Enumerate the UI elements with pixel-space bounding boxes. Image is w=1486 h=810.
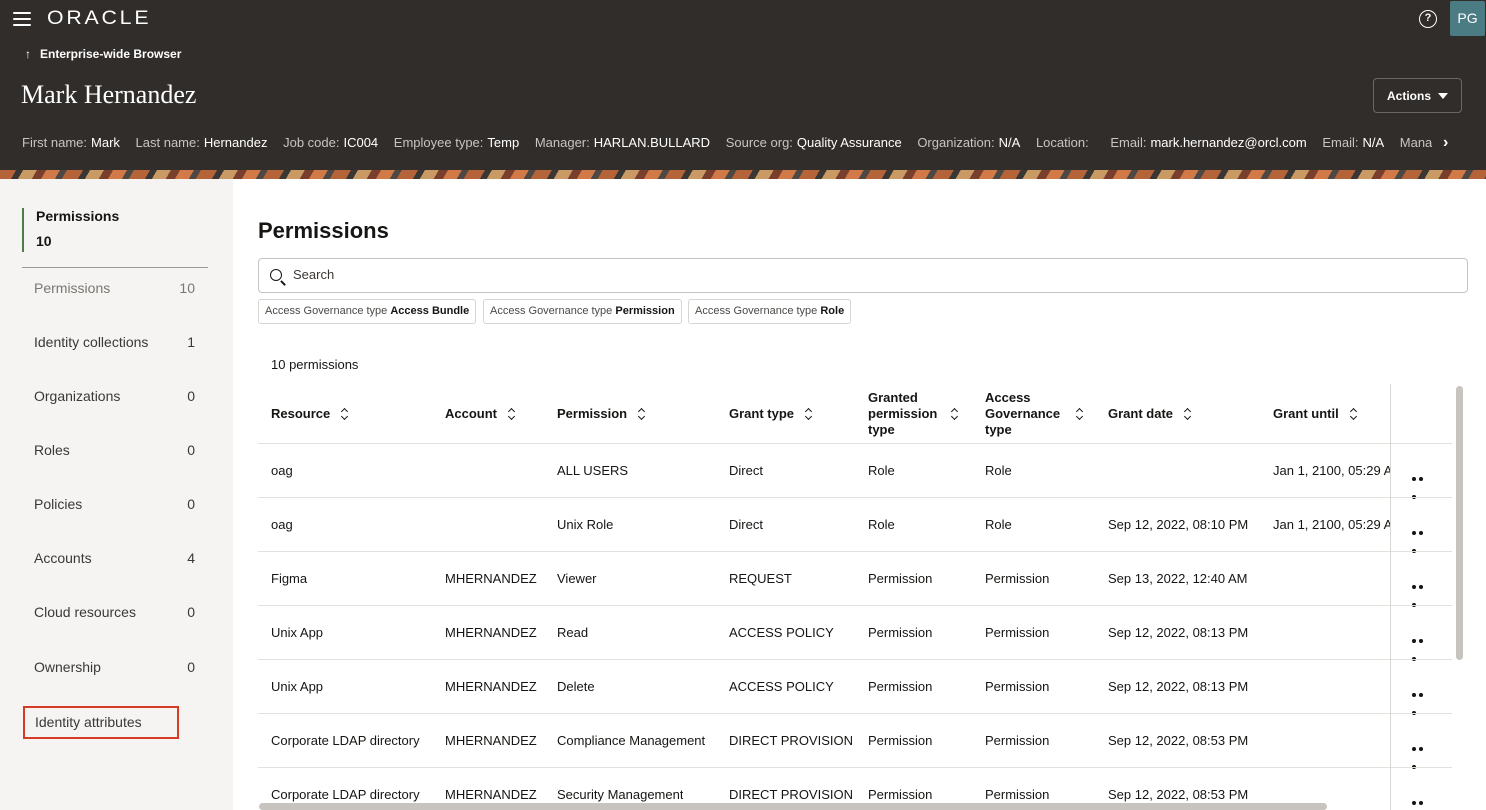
sidebar-header-count: 10	[36, 233, 52, 249]
sidebar-header: Permissions 10	[22, 208, 208, 252]
sidebar-item-policies[interactable]: Policies 0	[34, 496, 195, 512]
more-options-icon[interactable]	[1412, 738, 1432, 769]
attr-location: Location:	[1035, 135, 1089, 150]
actions-button[interactable]: Actions	[1373, 78, 1462, 113]
search-icon	[270, 269, 282, 281]
app-header: ORACLE ? PG ↑ Enterprise-wide Browser Ma…	[0, 0, 1486, 170]
chevron-right-icon[interactable]: ›	[1443, 134, 1448, 152]
sidebar-item-accounts[interactable]: Accounts 4	[34, 550, 195, 566]
attr-source-org: Source org: Quality Assurance	[725, 135, 902, 150]
more-options-icon[interactable]	[1412, 468, 1432, 499]
attr-email: Email: mark.hernandez@orcl.com	[1110, 135, 1307, 150]
sidebar-item-permissions[interactable]: Permissions 10	[34, 280, 195, 296]
attr-job-code: Job code: IC004	[283, 135, 379, 150]
attr-manager-user: Manager us	[1399, 135, 1432, 150]
sidebar: Permissions 10 Permissions 10 Identity co…	[0, 179, 233, 810]
sidebar-divider	[22, 267, 208, 268]
attr-first-name: First name: Mark	[22, 135, 120, 150]
sidebar-item-roles[interactable]: Roles 0	[34, 442, 195, 458]
permissions-table: Resource Account Permission Grant type G…	[258, 384, 1452, 810]
more-options-icon[interactable]	[1412, 630, 1432, 661]
sticky-column-divider	[1390, 384, 1391, 810]
vertical-scrollbar[interactable]	[1456, 386, 1463, 660]
back-link-label: Enterprise-wide Browser	[40, 47, 182, 61]
attr-employee-type: Employee type: Temp	[393, 135, 520, 150]
section-title: Permissions	[258, 218, 389, 243]
sort-icon[interactable]	[1075, 408, 1083, 419]
sidebar-item-cloud-resources[interactable]: Cloud resources 0	[34, 604, 195, 620]
actions-button-label: Actions	[1387, 88, 1432, 103]
filter-chip-role[interactable]: Access Governance type Role	[688, 299, 852, 324]
search-input[interactable]	[293, 267, 1453, 282]
table-row[interactable]: Figma MHERNANDEZ Viewer REQUEST Permissi…	[258, 551, 1452, 607]
filter-chip-permission[interactable]: Access Governance type Permission	[483, 299, 682, 324]
sidebar-item-identity-attributes[interactable]: Identity attributes	[23, 706, 179, 739]
column-header-granted-permission-type[interactable]: Granted permission type	[868, 384, 958, 443]
help-icon[interactable]: ?	[1419, 10, 1437, 28]
arrow-up-icon: ↑	[25, 47, 31, 61]
column-header-grant-date[interactable]: Grant date	[1108, 384, 1191, 443]
sort-icon[interactable]	[1183, 408, 1191, 419]
caret-down-icon	[1438, 93, 1448, 99]
column-header-grant-type[interactable]: Grant type	[729, 384, 812, 443]
horizontal-scrollbar[interactable]	[259, 803, 1327, 810]
user-avatar[interactable]: PG	[1450, 1, 1485, 36]
attr-last-name: Last name: Hernandez	[135, 135, 268, 150]
column-header-permission[interactable]: Permission	[557, 384, 645, 443]
sort-icon[interactable]	[507, 408, 515, 419]
sidebar-header-label: Permissions	[36, 208, 120, 224]
decorative-banner	[0, 170, 1486, 179]
oracle-logo[interactable]: ORACLE	[47, 8, 151, 30]
sidebar-item-ownership[interactable]: Ownership 0	[34, 659, 195, 675]
sidebar-item-organizations[interactable]: Organizations 0	[34, 388, 195, 404]
table-row[interactable]: Unix App MHERNANDEZ Delete ACCESS POLICY…	[258, 659, 1452, 715]
attr-organization: Organization: N/A	[917, 135, 1021, 150]
sort-icon[interactable]	[637, 408, 645, 419]
result-count: 10 permissions	[271, 357, 359, 372]
table-row[interactable]: oag ALL USERS Direct Role Role Jan 1, 21…	[258, 443, 1452, 499]
more-options-icon[interactable]	[1412, 522, 1432, 553]
filter-chip-access-bundle[interactable]: Access Governance type Access Bundle	[258, 299, 477, 324]
column-header-access-governance-type[interactable]: Access Governance type	[985, 384, 1083, 443]
sort-icon[interactable]	[1349, 408, 1357, 419]
attr-email-secondary: Email: N/A	[1322, 135, 1385, 150]
table-row[interactable]: Corporate LDAP directory MHERNANDEZ Comp…	[258, 713, 1452, 769]
search-bar	[258, 258, 1468, 293]
table-row[interactable]: Unix App MHERNANDEZ Read ACCESS POLICY P…	[258, 605, 1452, 661]
hamburger-menu-icon[interactable]	[13, 12, 31, 26]
column-header-grant-until[interactable]: Grant until	[1273, 384, 1357, 443]
attr-manager: Manager: HARLAN.BULLARD	[534, 135, 711, 150]
sort-icon[interactable]	[340, 408, 348, 419]
sidebar-item-identity-collections[interactable]: Identity collections 1	[34, 334, 195, 350]
page-title: Mark Hernandez	[21, 80, 197, 109]
table-row[interactable]: oag Unix Role Direct Role Role Sep 12, 2…	[258, 497, 1452, 553]
column-header-account[interactable]: Account	[445, 384, 515, 443]
more-options-icon[interactable]	[1412, 684, 1432, 715]
more-options-icon[interactable]	[1412, 792, 1432, 805]
sort-icon[interactable]	[950, 408, 958, 419]
sort-icon[interactable]	[804, 408, 812, 419]
column-header-resource[interactable]: Resource	[271, 384, 348, 443]
more-options-icon[interactable]	[1412, 576, 1432, 607]
identity-attribute-strip: First name: Mark Last name: Hernandez Job …	[22, 135, 1432, 150]
back-link[interactable]: ↑ Enterprise-wide Browser	[25, 47, 181, 61]
